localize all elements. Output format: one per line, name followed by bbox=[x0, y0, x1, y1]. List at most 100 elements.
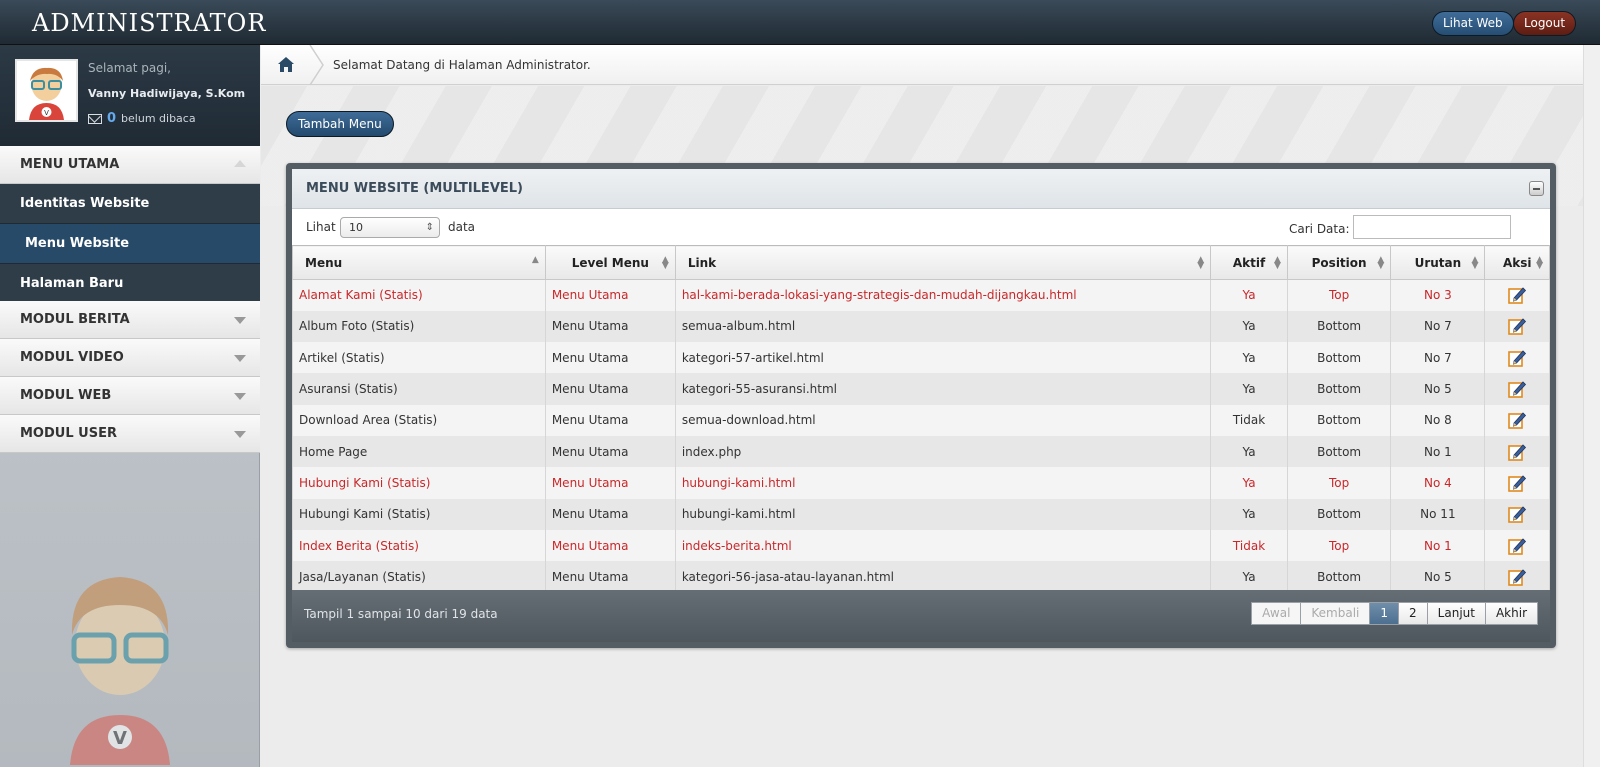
cell-aksi bbox=[1484, 529, 1550, 562]
pager-first-button[interactable]: Awal bbox=[1251, 602, 1302, 625]
col-header-level-menu[interactable]: Level Menu ▲ ▼ bbox=[544, 245, 676, 280]
logout-button[interactable]: Logout bbox=[1513, 11, 1577, 36]
cell-position: Bottom bbox=[1286, 561, 1392, 593]
menu-website-panel: MENU WEBSITE (MULTILEVEL) Lihat 10 data … bbox=[286, 163, 1556, 648]
pagination: Awal Kembali 1 2 Lanjut Akhir bbox=[1251, 602, 1538, 625]
sidebar-item-menu-website[interactable]: Menu Website bbox=[0, 224, 260, 264]
col-header-link[interactable]: Link ▲ ▼ bbox=[674, 245, 1212, 280]
cell-aktif: Tidak bbox=[1210, 404, 1288, 436]
cell-link: hubungi-kami.html bbox=[674, 498, 1212, 530]
pager-prev-button[interactable]: Kembali bbox=[1300, 602, 1371, 625]
page-scrollbar[interactable] bbox=[1583, 45, 1600, 767]
cell-urutan: No 5 bbox=[1390, 373, 1486, 405]
menu-utama-header[interactable]: MENU UTAMA bbox=[0, 146, 260, 184]
cell-level-menu: Menu Utama bbox=[544, 279, 676, 311]
panel-header: MENU WEBSITE (MULTILEVEL) bbox=[292, 169, 1550, 209]
sort-icon: ▲ ▼ bbox=[1471, 255, 1479, 271]
modul-video-header[interactable]: MODUL VIDEO bbox=[0, 339, 260, 377]
table-row: Album Foto (Statis) Menu Utama semua-album… bbox=[292, 310, 1550, 343]
modul-berita-header[interactable]: MODUL BERITA bbox=[0, 301, 260, 339]
panel-body: MENU WEBSITE (MULTILEVEL) Lihat 10 data … bbox=[292, 169, 1550, 642]
cell-aksi bbox=[1484, 404, 1550, 436]
edit-icon[interactable] bbox=[1507, 285, 1527, 305]
edit-icon[interactable] bbox=[1507, 504, 1527, 524]
unread-messages[interactable]: 0 belum dibaca bbox=[88, 111, 196, 126]
main-content: Selamat Datang di Halaman Administrator.… bbox=[261, 45, 1583, 767]
table-row: Home Page Menu Utama index.php Ya Bottom No 1 bbox=[292, 435, 1550, 468]
cell-level-menu: Menu Utama bbox=[544, 404, 676, 436]
pager-page-1-button[interactable]: 1 bbox=[1369, 602, 1400, 625]
breadcrumb-text: Selamat Datang di Halaman Administrator. bbox=[333, 58, 591, 72]
pager-next-button[interactable]: Lanjut bbox=[1426, 602, 1486, 625]
cell-urutan: No 11 bbox=[1390, 498, 1486, 530]
unread-label: belum dibaca bbox=[121, 112, 196, 125]
cell-aktif: Ya bbox=[1210, 373, 1288, 405]
sort-icon: ▲ ▼ bbox=[661, 255, 669, 271]
minimize-icon[interactable] bbox=[1529, 181, 1544, 196]
pager-page-2-button[interactable]: 2 bbox=[1398, 602, 1428, 625]
mascot-illustration: V bbox=[70, 577, 170, 765]
edit-icon[interactable] bbox=[1507, 442, 1527, 462]
cell-link: semua-download.html bbox=[674, 404, 1212, 436]
cell-urutan: No 3 bbox=[1390, 279, 1486, 311]
sort-icon: ▲ ▼ bbox=[1197, 255, 1205, 271]
modul-web-label: MODUL WEB bbox=[20, 388, 112, 403]
cell-link: index.php bbox=[674, 435, 1212, 468]
col-header-position[interactable]: Position ▲ ▼ bbox=[1286, 245, 1392, 280]
cell-aksi bbox=[1484, 435, 1550, 468]
cell-aksi bbox=[1484, 561, 1550, 593]
cell-link: kategori-57-artikel.html bbox=[674, 342, 1212, 374]
modul-web-header[interactable]: MODUL WEB bbox=[0, 377, 260, 415]
breadcrumb: Selamat Datang di Halaman Administrator. bbox=[261, 45, 1583, 85]
col-header-menu[interactable]: Menu ▲ bbox=[292, 245, 546, 280]
col-header-aksi[interactable]: Aksi ▲ ▼ bbox=[1484, 245, 1550, 280]
edit-icon[interactable] bbox=[1507, 567, 1527, 587]
edit-icon[interactable] bbox=[1507, 473, 1527, 493]
breadcrumb-separator bbox=[309, 45, 324, 85]
cell-menu: Jasa/Layanan (Statis) bbox=[292, 561, 546, 593]
edit-icon[interactable] bbox=[1507, 410, 1527, 430]
lihat-web-button[interactable]: Lihat Web bbox=[1432, 11, 1514, 36]
modul-user-header[interactable]: MODUL USER bbox=[0, 415, 260, 453]
pager-last-button[interactable]: Akhir bbox=[1484, 602, 1538, 625]
edit-icon[interactable] bbox=[1507, 316, 1527, 336]
search-label: Cari Data: bbox=[1289, 222, 1350, 236]
modul-video-label: MODUL VIDEO bbox=[20, 350, 124, 365]
cell-aktif: Ya bbox=[1210, 498, 1288, 530]
page-size-select[interactable]: 10 bbox=[340, 217, 440, 238]
table-row: Hubungi Kami (Statis) Menu Utama hubungi-k… bbox=[292, 467, 1550, 499]
cell-menu: Alamat Kami (Statis) bbox=[292, 279, 546, 311]
home-icon[interactable] bbox=[277, 56, 295, 74]
avatar: V bbox=[15, 59, 78, 122]
cell-link: semua-album.html bbox=[674, 310, 1212, 343]
svg-text:V: V bbox=[44, 109, 49, 117]
edit-icon[interactable] bbox=[1507, 379, 1527, 399]
tambah-menu-button[interactable]: Tambah Menu bbox=[286, 111, 394, 137]
col-header-aktif[interactable]: Aktif ▲ ▼ bbox=[1210, 245, 1288, 280]
data-label: data bbox=[448, 220, 476, 234]
cell-urutan: No 5 bbox=[1390, 561, 1486, 593]
menu-utama-label: MENU UTAMA bbox=[20, 157, 120, 172]
cell-level-menu: Menu Utama bbox=[544, 498, 676, 530]
cell-position: Bottom bbox=[1286, 342, 1392, 374]
cell-link: hal-kami-berada-lokasi-yang-strategis-da… bbox=[674, 279, 1212, 311]
cell-level-menu: Menu Utama bbox=[544, 373, 676, 405]
cell-level-menu: Menu Utama bbox=[544, 467, 676, 499]
cell-menu: Album Foto (Statis) bbox=[292, 310, 546, 343]
cell-position: Top bbox=[1286, 529, 1392, 562]
svg-text:V: V bbox=[113, 728, 127, 749]
col-header-urutan[interactable]: Urutan ▲ ▼ bbox=[1390, 245, 1486, 280]
sidebar-item-halaman-baru[interactable]: Halaman Baru bbox=[0, 264, 260, 304]
cell-level-menu: Menu Utama bbox=[544, 529, 676, 562]
edit-icon[interactable] bbox=[1507, 536, 1527, 556]
menu-table: Menu ▲ Level Menu ▲ ▼ Link ▲ ▼ Aktif ▲ ▼ Positi… bbox=[292, 245, 1550, 593]
chevron-down-icon bbox=[234, 317, 246, 324]
cell-level-menu: Menu Utama bbox=[544, 342, 676, 374]
search-input[interactable] bbox=[1353, 215, 1511, 239]
cell-aksi bbox=[1484, 279, 1550, 311]
cell-position: Bottom bbox=[1286, 404, 1392, 436]
edit-icon[interactable] bbox=[1507, 348, 1527, 368]
sidebar-item-identitas-website[interactable]: Identitas Website bbox=[0, 184, 260, 224]
table-row: Index Berita (Statis) Menu Utama indeks-be… bbox=[292, 529, 1550, 562]
sort-icon: ▲ ▼ bbox=[1274, 255, 1281, 271]
